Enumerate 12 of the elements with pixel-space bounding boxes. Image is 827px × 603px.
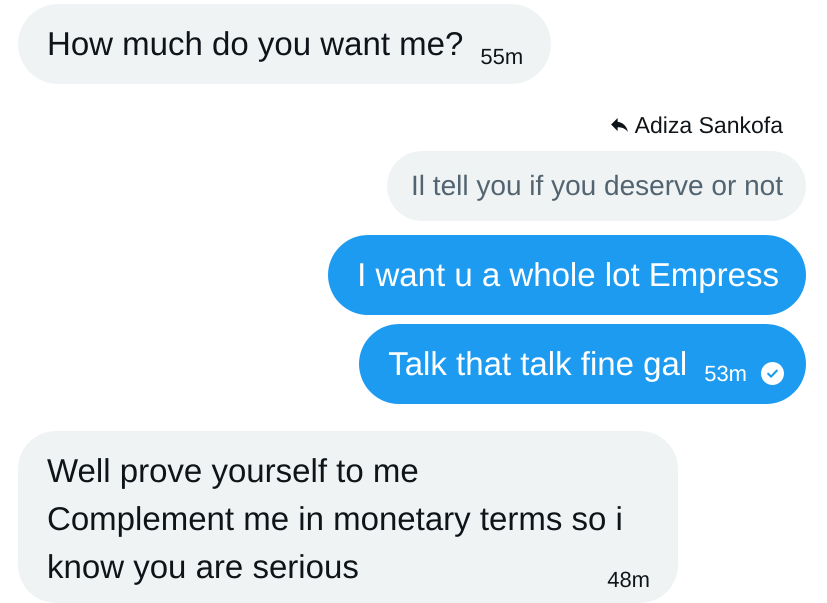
- message-text: Talk that talk fine gal: [388, 344, 688, 384]
- message-text: know you are serious: [47, 547, 359, 587]
- reply-arrow-icon: [610, 118, 628, 132]
- timestamp: 48m: [607, 569, 650, 591]
- quoted-message-text: Il tell you if you deserve or not: [411, 169, 783, 203]
- message-text: Complement me in monetary terms so i: [47, 499, 623, 539]
- timestamp: 55m: [480, 46, 524, 68]
- message-text: Well prove yourself to me: [47, 451, 419, 491]
- message-text: How much do you want me?: [47, 24, 464, 64]
- timestamp: 53m: [704, 363, 747, 385]
- message-text: I want u a whole lot Empress: [357, 255, 779, 295]
- reply-to-name: Adiza Sankofa: [634, 111, 783, 139]
